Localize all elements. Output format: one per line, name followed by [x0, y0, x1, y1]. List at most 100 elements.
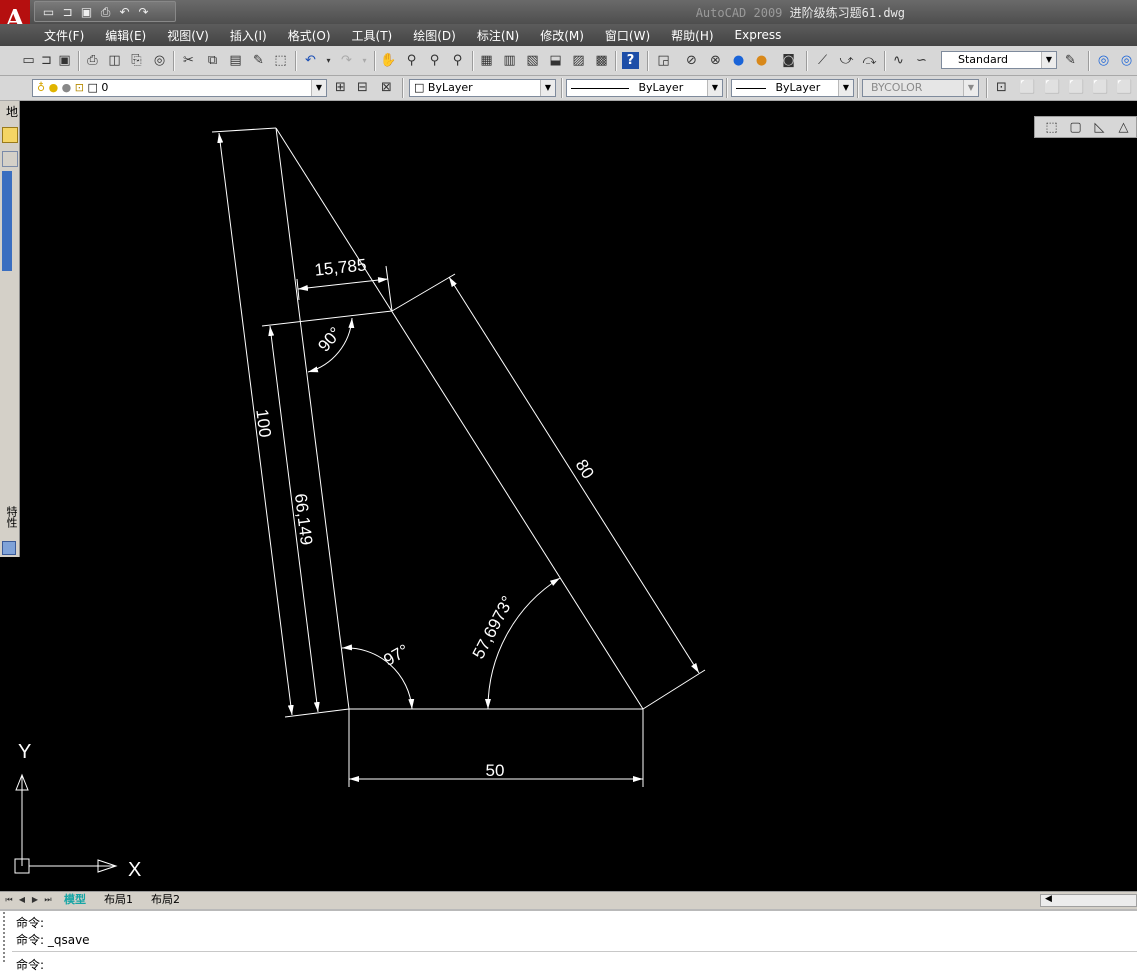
- tool-palettes-icon[interactable]: ▧: [524, 52, 541, 69]
- help-icon[interactable]: ?: [622, 52, 639, 69]
- open-file-icon[interactable]: ⊐: [60, 5, 75, 19]
- copy-icon[interactable]: ⧉: [204, 52, 221, 69]
- properties-palette-tab[interactable]: 特性: [3, 506, 19, 528]
- layer-state-icon[interactable]: ⊠: [378, 79, 395, 96]
- color-select[interactable]: □ ByLayer ▼: [409, 79, 556, 97]
- polyline-tool-icon[interactable]: ⤼: [861, 52, 878, 69]
- redo-icon[interactable]: ↷: [136, 5, 151, 19]
- front-view-icon[interactable]: ⬜: [1116, 79, 1133, 96]
- palette-icon[interactable]: [2, 541, 16, 555]
- drawing-svg[interactable]: 15,785 90° 100 66,149 80 57,6973° 97° 50…: [0, 101, 1137, 891]
- top-view-icon[interactable]: ⬜: [1019, 79, 1036, 96]
- star-icon[interactable]: [2, 127, 18, 143]
- undo-icon[interactable]: ↶: [117, 5, 132, 19]
- tab-layout2[interactable]: 布局2: [147, 892, 184, 908]
- menu-help[interactable]: 帮助(H): [671, 27, 713, 44]
- command-window-grip[interactable]: [3, 912, 13, 962]
- open-icon[interactable]: ⊐: [38, 52, 55, 69]
- menu-tools[interactable]: 工具(T): [352, 27, 393, 44]
- zoom-window-icon[interactable]: ⚲: [426, 52, 443, 69]
- text-style-select[interactable]: Standard ▼: [941, 51, 1057, 69]
- pan-icon[interactable]: ✋: [380, 52, 397, 69]
- layer-select[interactable]: ♁ ● ● ⊡ □ 0 ▼: [32, 79, 327, 97]
- realistic-icon[interactable]: ●: [730, 52, 747, 69]
- save-icon[interactable]: ▣: [56, 52, 73, 69]
- linetype-select[interactable]: ByLayer ▼: [566, 79, 723, 97]
- next-tab-icon[interactable]: ▶: [30, 894, 40, 906]
- last-tab-icon[interactable]: ⏭: [43, 894, 53, 906]
- undo-dropdown-icon[interactable]: ▾: [320, 52, 337, 69]
- wireframe-3d-icon[interactable]: ⊗: [707, 52, 724, 69]
- command-input[interactable]: 命令:: [16, 956, 44, 973]
- menu-dimension[interactable]: 标注(N): [477, 27, 519, 44]
- prev-tab-icon[interactable]: ◀: [17, 894, 27, 906]
- brush-icon[interactable]: ✎: [1062, 52, 1079, 69]
- sheet-set-icon[interactable]: ⬓: [547, 52, 564, 69]
- drawing-area[interactable]: 15,785 90° 100 66,149 80 57,6973° 97° 50…: [0, 101, 1137, 891]
- toolbar-separator: [615, 51, 617, 71]
- line-tool-icon[interactable]: ⟋: [814, 52, 831, 69]
- plot-preview-icon[interactable]: ◫: [106, 52, 123, 69]
- redo-dropdown-icon[interactable]: ▾: [356, 52, 373, 69]
- new-file-icon[interactable]: ▭: [41, 5, 56, 19]
- union-icon[interactable]: ◎: [1095, 52, 1112, 69]
- menu-format[interactable]: 格式(O): [288, 27, 331, 44]
- arc-tool-icon[interactable]: ⤻: [838, 52, 855, 69]
- 3d-dwf-icon[interactable]: ◎: [151, 52, 168, 69]
- wireframe-2d-icon[interactable]: ⊘: [683, 52, 700, 69]
- menu-modify[interactable]: 修改(M): [540, 27, 584, 44]
- match-properties-icon[interactable]: ✎: [250, 52, 267, 69]
- publish-icon[interactable]: ⎘: [128, 52, 145, 69]
- conceptual-icon[interactable]: ●: [753, 52, 770, 69]
- cone-icon[interactable]: △: [1115, 119, 1132, 136]
- bottom-view-icon[interactable]: ⬜: [1044, 79, 1061, 96]
- left-view-icon[interactable]: ⬜: [1068, 79, 1085, 96]
- menu-draw[interactable]: 绘图(D): [413, 27, 456, 44]
- make-object-layer-current-icon[interactable]: ⊞: [332, 79, 349, 96]
- design-center-icon[interactable]: ▥: [501, 52, 518, 69]
- menu-view[interactable]: 视图(V): [167, 27, 209, 44]
- zoom-realtime-icon[interactable]: ⚲: [403, 52, 420, 69]
- menu-insert[interactable]: 插入(I): [230, 27, 267, 44]
- palette-scroll[interactable]: [2, 171, 12, 271]
- zoom-previous-icon[interactable]: ⚲: [449, 52, 466, 69]
- ellipse-tool-icon[interactable]: ∽: [913, 52, 930, 69]
- redo-icon[interactable]: ↷: [338, 52, 355, 69]
- lineweight-select[interactable]: ByLayer ▼: [731, 79, 854, 97]
- view-manager-icon[interactable]: ⊡: [993, 79, 1010, 96]
- menu-window[interactable]: 窗口(W): [605, 27, 650, 44]
- right-view-icon[interactable]: ⬜: [1092, 79, 1109, 96]
- block-editor-icon[interactable]: ⬚: [272, 52, 289, 69]
- menu-file[interactable]: 文件(F): [44, 27, 84, 44]
- tab-model[interactable]: 模型: [60, 892, 90, 908]
- box-icon[interactable]: ⬚: [1043, 119, 1060, 136]
- wedge-icon[interactable]: ◺: [1091, 119, 1108, 136]
- save-icon[interactable]: ▣: [79, 5, 94, 19]
- visual-style-manager-icon[interactable]: ◙: [780, 52, 797, 69]
- menu-edit[interactable]: 编辑(E): [105, 27, 146, 44]
- first-tab-icon[interactable]: ⏮: [4, 894, 14, 906]
- chevron-down-icon: ▼: [963, 80, 978, 96]
- left-palette-strip: 地 特性: [0, 101, 20, 557]
- menu-express[interactable]: Express: [735, 28, 782, 42]
- scroll-left-icon[interactable]: ◀: [1045, 894, 1052, 904]
- subtract-icon[interactable]: ◎: [1118, 52, 1135, 69]
- tab-layout1[interactable]: 布局1: [100, 892, 137, 908]
- properties-icon[interactable]: ▦: [478, 52, 495, 69]
- horizontal-scrollbar[interactable]: ◀: [1040, 894, 1137, 907]
- layer-previous-icon[interactable]: ⊟: [354, 79, 371, 96]
- spline-tool-icon[interactable]: ∿: [890, 52, 907, 69]
- plot-icon[interactable]: ⎙: [84, 52, 101, 69]
- print-icon[interactable]: ⎙: [98, 5, 113, 19]
- cylinder-icon[interactable]: ▢: [1067, 119, 1084, 136]
- markup-icon[interactable]: ▨: [570, 52, 587, 69]
- visual-style-icon[interactable]: ◲: [655, 52, 672, 69]
- cut-icon[interactable]: ✂: [180, 52, 197, 69]
- ucs-y-label: Y: [18, 741, 31, 763]
- undo-icon[interactable]: ↶: [302, 52, 319, 69]
- quickcalc-icon[interactable]: ▩: [593, 52, 610, 69]
- toolbar-separator: [806, 51, 808, 71]
- paste-icon[interactable]: ▤: [227, 52, 244, 69]
- new-icon[interactable]: ▭: [20, 52, 37, 69]
- home-icon[interactable]: [2, 151, 18, 167]
